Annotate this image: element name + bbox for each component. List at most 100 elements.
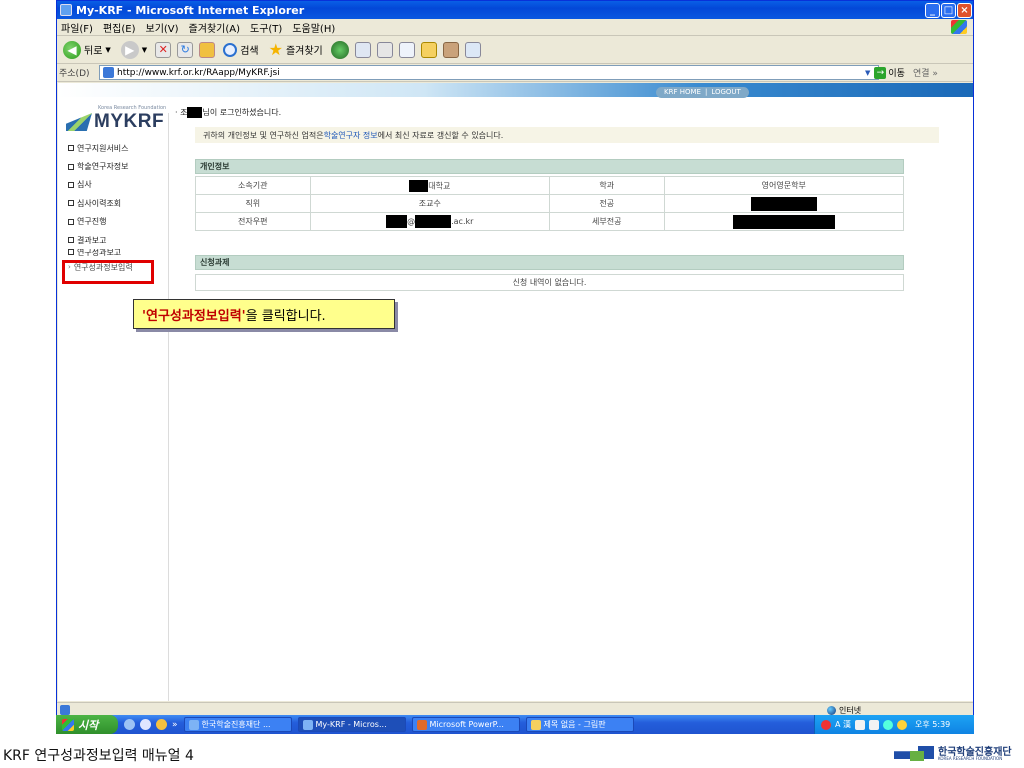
links-button[interactable]: 연결 » (913, 66, 938, 79)
taskbar: 시작 » 한국학술진흥재단 ... My-KRF - Micros... Mic… (56, 715, 974, 734)
start-button[interactable]: 시작 (56, 715, 118, 734)
task-label: My-KRF - Micros... (315, 720, 387, 729)
address-bar: 주소(D) http://www.krf.or.kr/RAapp/MyKRF.j… (57, 64, 973, 82)
desktop-quicklaunch-icon[interactable] (156, 719, 167, 730)
researcher-info-link[interactable]: 학술연구자 정보 (324, 130, 378, 141)
forward-arrow-icon: ▶ (120, 40, 139, 59)
sidebar-item-label: 연구성과보고 (77, 249, 122, 258)
back-button[interactable]: ◀ 뒤로 ▼ (61, 39, 113, 61)
sidebar-item-label: 결과보고 (77, 235, 107, 245)
sidebar-item-researcher-info[interactable]: 학술연구자정보 (58, 157, 166, 175)
screen: My-KRF - Microsoft Internet Explorer _ □… (0, 0, 1024, 768)
clock: 오후 5:39 (915, 720, 951, 729)
instruction-callout: '연구성과정보입력' 을 클릭합니다. (133, 299, 395, 329)
menu-file[interactable]: 파일(F) (61, 20, 93, 35)
table-cell-label: 전공 (548, 194, 665, 213)
personal-info-header: 개인정보 (195, 159, 904, 174)
ie-task-icon (302, 719, 313, 730)
go-button[interactable]: → 이동 (874, 66, 905, 79)
bullet-icon (68, 237, 74, 244)
page-banner (58, 83, 973, 97)
title-bar[interactable]: My-KRF - Microsoft Internet Explorer _ □… (57, 1, 973, 19)
back-label: 뒤로 (84, 46, 103, 57)
tray-app-icon[interactable] (821, 719, 831, 730)
taskbar-item-paint[interactable]: 제목 없음 - 그림판 (525, 717, 634, 732)
favorites-button[interactable]: ★ 즐겨찾기 (267, 39, 325, 61)
table-cell-label: 소속기관 (195, 176, 311, 195)
krf-foundation-logo: 한국학술진흥재단 KOREA RESEARCH FOUNDATION (894, 741, 1019, 765)
bullet-icon (68, 181, 74, 188)
taskbar-item-powerpoint[interactable]: Microsoft PowerP... (411, 717, 520, 732)
print-icon[interactable] (376, 41, 393, 58)
logout-link[interactable]: LOGOUT (711, 87, 741, 98)
table-cell-value: @ .ac.kr (309, 212, 550, 231)
menu-favorites[interactable]: 즐겨찾기(A) (189, 20, 240, 35)
sidebar-item-review[interactable]: 심사 (58, 176, 166, 194)
sidebar-item-outcome-report[interactable]: 연구성과보고 (58, 249, 166, 260)
mail-icon[interactable] (354, 41, 371, 58)
sidebar-item-label: 학술연구자정보 (77, 162, 129, 172)
stop-icon[interactable]: ✕ (155, 41, 172, 58)
menu-tools[interactable]: 도구(T) (250, 20, 282, 35)
tray-help-icon[interactable] (869, 719, 880, 730)
address-dropdown-icon[interactable]: ▼ (865, 69, 870, 77)
ie-quicklaunch-icon[interactable] (124, 719, 135, 730)
refresh-icon[interactable]: ↻ (177, 41, 194, 58)
menu-view[interactable]: 보기(V) (146, 20, 179, 35)
maximize-button[interactable]: □ (941, 3, 956, 18)
home-icon[interactable] (199, 41, 216, 58)
table-cell-label: 학과 (548, 176, 665, 195)
personal-info-table: 소속기관 대학교 학과 영어영문학부 직위 조교수 전공 전자우편 @ .ac.… (195, 176, 905, 231)
address-input[interactable]: http://www.krf.or.kr/RAapp/MyKRF.jsi (99, 65, 879, 80)
welcome-message: · 조 님이 로그인하셨습니다. (175, 107, 281, 118)
bullet-icon (68, 200, 74, 207)
page-viewport: KRF HOME | LOGOUT Korea Research Foundat… (58, 83, 973, 701)
redacted-value (415, 215, 452, 228)
windows-logo-icon (951, 20, 967, 34)
search-button[interactable]: 검색 (221, 39, 260, 61)
windows-flag-icon (62, 718, 74, 731)
page-icon (103, 67, 114, 78)
redacted-value (750, 196, 817, 211)
ie-window: My-KRF - Microsoft Internet Explorer _ □… (56, 0, 974, 734)
tray-settings-icon[interactable] (855, 719, 866, 730)
notice-text-before: 귀하의 개인정보 및 연구하신 업적은 (203, 130, 324, 140)
favorites-label: 즐겨찾기 (285, 46, 323, 57)
chevron-icon[interactable]: » (172, 720, 178, 730)
tray-volume-icon[interactable] (897, 719, 908, 730)
taskbar-item-krf-site[interactable]: 한국학술진흥재단 ... (183, 717, 292, 732)
forward-button[interactable]: ▶ ▼ (119, 39, 149, 61)
org-name-english: KOREA RESEARCH FOUNDATION (938, 756, 1003, 761)
outlook-quicklaunch-icon[interactable] (140, 719, 151, 730)
menu-help[interactable]: 도움말(H) (292, 20, 335, 35)
sidebar-item-research-support[interactable]: 연구지원서비스 (58, 139, 166, 157)
table-cell-value: 대학교 (309, 176, 550, 195)
minimize-button[interactable]: _ (925, 3, 940, 18)
mykrf-logo[interactable]: Korea Research Foundation MYKRF (66, 105, 166, 135)
history-icon[interactable] (330, 40, 349, 59)
close-button[interactable]: × (957, 3, 972, 18)
sidebar-item-result-report[interactable]: 결과보고 (58, 231, 166, 249)
go-label: 이동 (888, 69, 905, 79)
edit-icon[interactable] (398, 41, 415, 58)
sidebar-item-research-progress[interactable]: 연구진행 (58, 213, 166, 231)
menu-edit[interactable]: 편집(E) (103, 20, 136, 35)
research-icon[interactable] (442, 41, 459, 58)
callout-text: 을 클릭합니다. (245, 308, 326, 324)
messenger-icon[interactable] (464, 41, 481, 58)
sidebar-item-review-history[interactable]: 심사이력조회 (58, 194, 166, 212)
callout-highlight: '연구성과정보입력' (142, 308, 246, 324)
search-label: 검색 (240, 46, 259, 57)
highlight-box (62, 260, 154, 284)
task-label: 한국학술진흥재단 ... (201, 720, 271, 729)
page-status-icon (60, 704, 70, 715)
krf-home-link[interactable]: KRF HOME (664, 87, 701, 98)
ime-indicator[interactable]: A 漢 (835, 719, 851, 730)
quick-launch: » (124, 719, 178, 730)
redacted-value (732, 214, 835, 229)
globe-icon (827, 705, 836, 715)
bullet-icon (68, 218, 74, 225)
taskbar-item-mykrf[interactable]: My-KRF - Micros... (297, 717, 406, 732)
folder-icon[interactable] (420, 41, 437, 58)
tray-network-icon[interactable] (883, 719, 894, 730)
